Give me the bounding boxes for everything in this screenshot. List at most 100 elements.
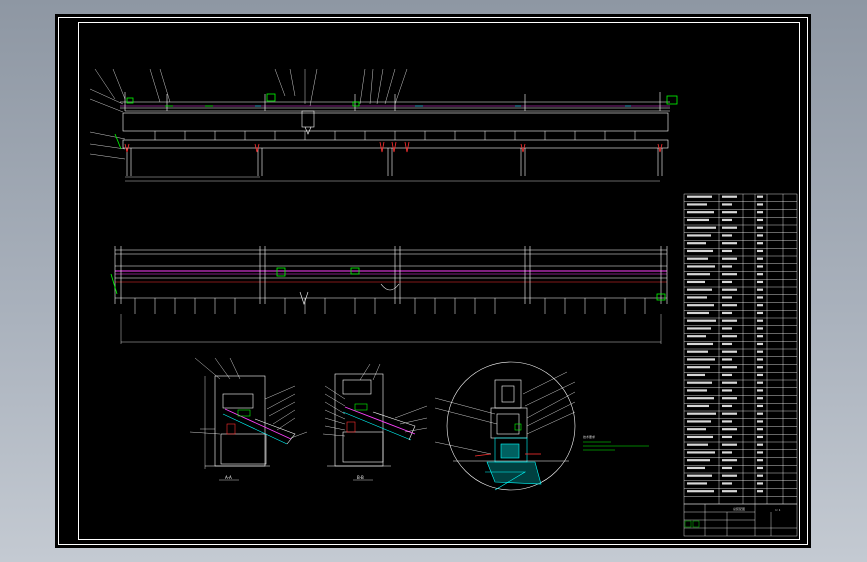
table-cell-text xyxy=(757,490,763,493)
table-cell-text xyxy=(687,482,707,485)
table-cell-text xyxy=(687,288,712,291)
table-cell-text xyxy=(687,249,713,253)
drawing-viewport[interactable]: A-A B-B 技术要求 总装配图 1:1 xyxy=(55,14,811,548)
table-cell-text xyxy=(757,257,763,260)
table-cell-text xyxy=(757,404,763,408)
table-cell-text xyxy=(687,366,710,369)
table-cell-text xyxy=(722,451,732,454)
parts-list-table xyxy=(683,193,798,505)
table-cell-text xyxy=(687,397,714,400)
table-cell-text xyxy=(757,358,763,361)
table-cell-text xyxy=(687,459,710,462)
table-cell-text xyxy=(757,366,763,369)
table-cell-text xyxy=(757,435,763,439)
table-cell-text xyxy=(757,389,763,392)
table-cell-text xyxy=(687,319,716,322)
table-cell-text xyxy=(757,474,763,477)
sheet-scale: 1:1 xyxy=(775,508,781,512)
table-cell-text xyxy=(722,428,737,431)
table-cell-text xyxy=(687,311,709,315)
table-cell-text xyxy=(687,389,707,392)
table-cell-text xyxy=(722,435,732,439)
front-elevation-view xyxy=(89,68,678,182)
table-cell-text xyxy=(757,296,763,299)
table-cell-text xyxy=(722,412,737,415)
table-cell-text xyxy=(687,428,706,431)
table-cell-text xyxy=(687,234,711,237)
table-cell-text xyxy=(687,404,709,408)
section-view-a xyxy=(189,357,308,481)
table-cell-text xyxy=(687,304,714,307)
table-cell-text xyxy=(757,304,763,307)
table-cell-text xyxy=(757,466,763,470)
table-cell-text xyxy=(722,226,737,229)
table-cell-text xyxy=(687,358,715,361)
table-cell-text xyxy=(687,342,713,346)
table-cell-text xyxy=(687,218,709,222)
table-cell-text xyxy=(757,226,763,229)
table-cell-text xyxy=(722,373,732,377)
table-cell-text xyxy=(757,203,763,206)
table-cell-text xyxy=(687,420,711,423)
technical-notes: 技术要求 xyxy=(583,434,649,451)
table-cell-text xyxy=(722,195,737,198)
table-cell-text xyxy=(757,381,763,384)
table-cell-text xyxy=(757,288,763,291)
table-cell-text xyxy=(757,273,763,276)
table-cell-text xyxy=(757,350,763,353)
table-cell-text xyxy=(722,443,737,446)
table-cell-text xyxy=(722,335,737,338)
table-cell-text xyxy=(722,218,732,222)
table-cell-text xyxy=(722,211,737,214)
table-cell-text xyxy=(722,304,737,307)
table-cell-text xyxy=(757,459,763,462)
table-cell-text xyxy=(757,482,763,485)
table-cell-text xyxy=(722,466,732,470)
table-cell-text xyxy=(722,474,737,477)
tech-notes-title: 技术要求 xyxy=(583,434,595,439)
table-cell-text xyxy=(722,358,732,361)
table-cell-text xyxy=(722,242,737,245)
table-cell-text xyxy=(722,350,737,353)
table-cell-text xyxy=(757,242,763,245)
table-cell-text xyxy=(722,366,737,369)
table-cell-text xyxy=(757,443,763,446)
cad-drawing: A-A B-B 技术要求 总装配图 1:1 xyxy=(58,17,808,545)
table-cell-text xyxy=(687,242,706,245)
table-cell-text xyxy=(722,381,737,384)
table-cell-text xyxy=(687,412,716,415)
table-cell-text xyxy=(757,311,763,315)
table-cell-text xyxy=(757,327,763,330)
table-cell-text xyxy=(722,234,732,237)
table-cell-text xyxy=(687,203,707,206)
table-cell-text xyxy=(722,327,732,330)
table-cell-text xyxy=(757,397,763,400)
table-cell-text xyxy=(757,218,763,222)
table-cell-text xyxy=(687,265,715,268)
table-cell-text xyxy=(687,273,710,276)
table-cell-text xyxy=(757,211,763,214)
table-cell-text xyxy=(687,381,712,384)
table-cell-text xyxy=(722,459,737,462)
table-cell-text xyxy=(757,420,763,423)
table-cell-text xyxy=(722,342,732,346)
table-cell-text xyxy=(722,249,732,253)
table-cell-text xyxy=(722,420,732,423)
table-cell-text xyxy=(687,350,708,353)
table-cell-text xyxy=(757,451,763,454)
table-cell-text xyxy=(687,195,712,198)
section-label-b: B-B xyxy=(357,475,364,480)
table-cell-text xyxy=(722,319,737,322)
table-cell-text xyxy=(722,397,737,400)
table-cell-text xyxy=(722,296,732,299)
table-cell-text xyxy=(722,280,732,284)
table-cell-text xyxy=(757,280,763,284)
plan-view xyxy=(110,246,668,344)
table-cell-text xyxy=(687,443,708,446)
table-cell-text xyxy=(722,404,732,408)
table-cell-text xyxy=(687,335,706,338)
table-cell-text xyxy=(687,327,711,330)
table-cell-text xyxy=(722,482,732,485)
table-cell-text xyxy=(722,273,737,276)
table-cell-text xyxy=(757,265,763,268)
